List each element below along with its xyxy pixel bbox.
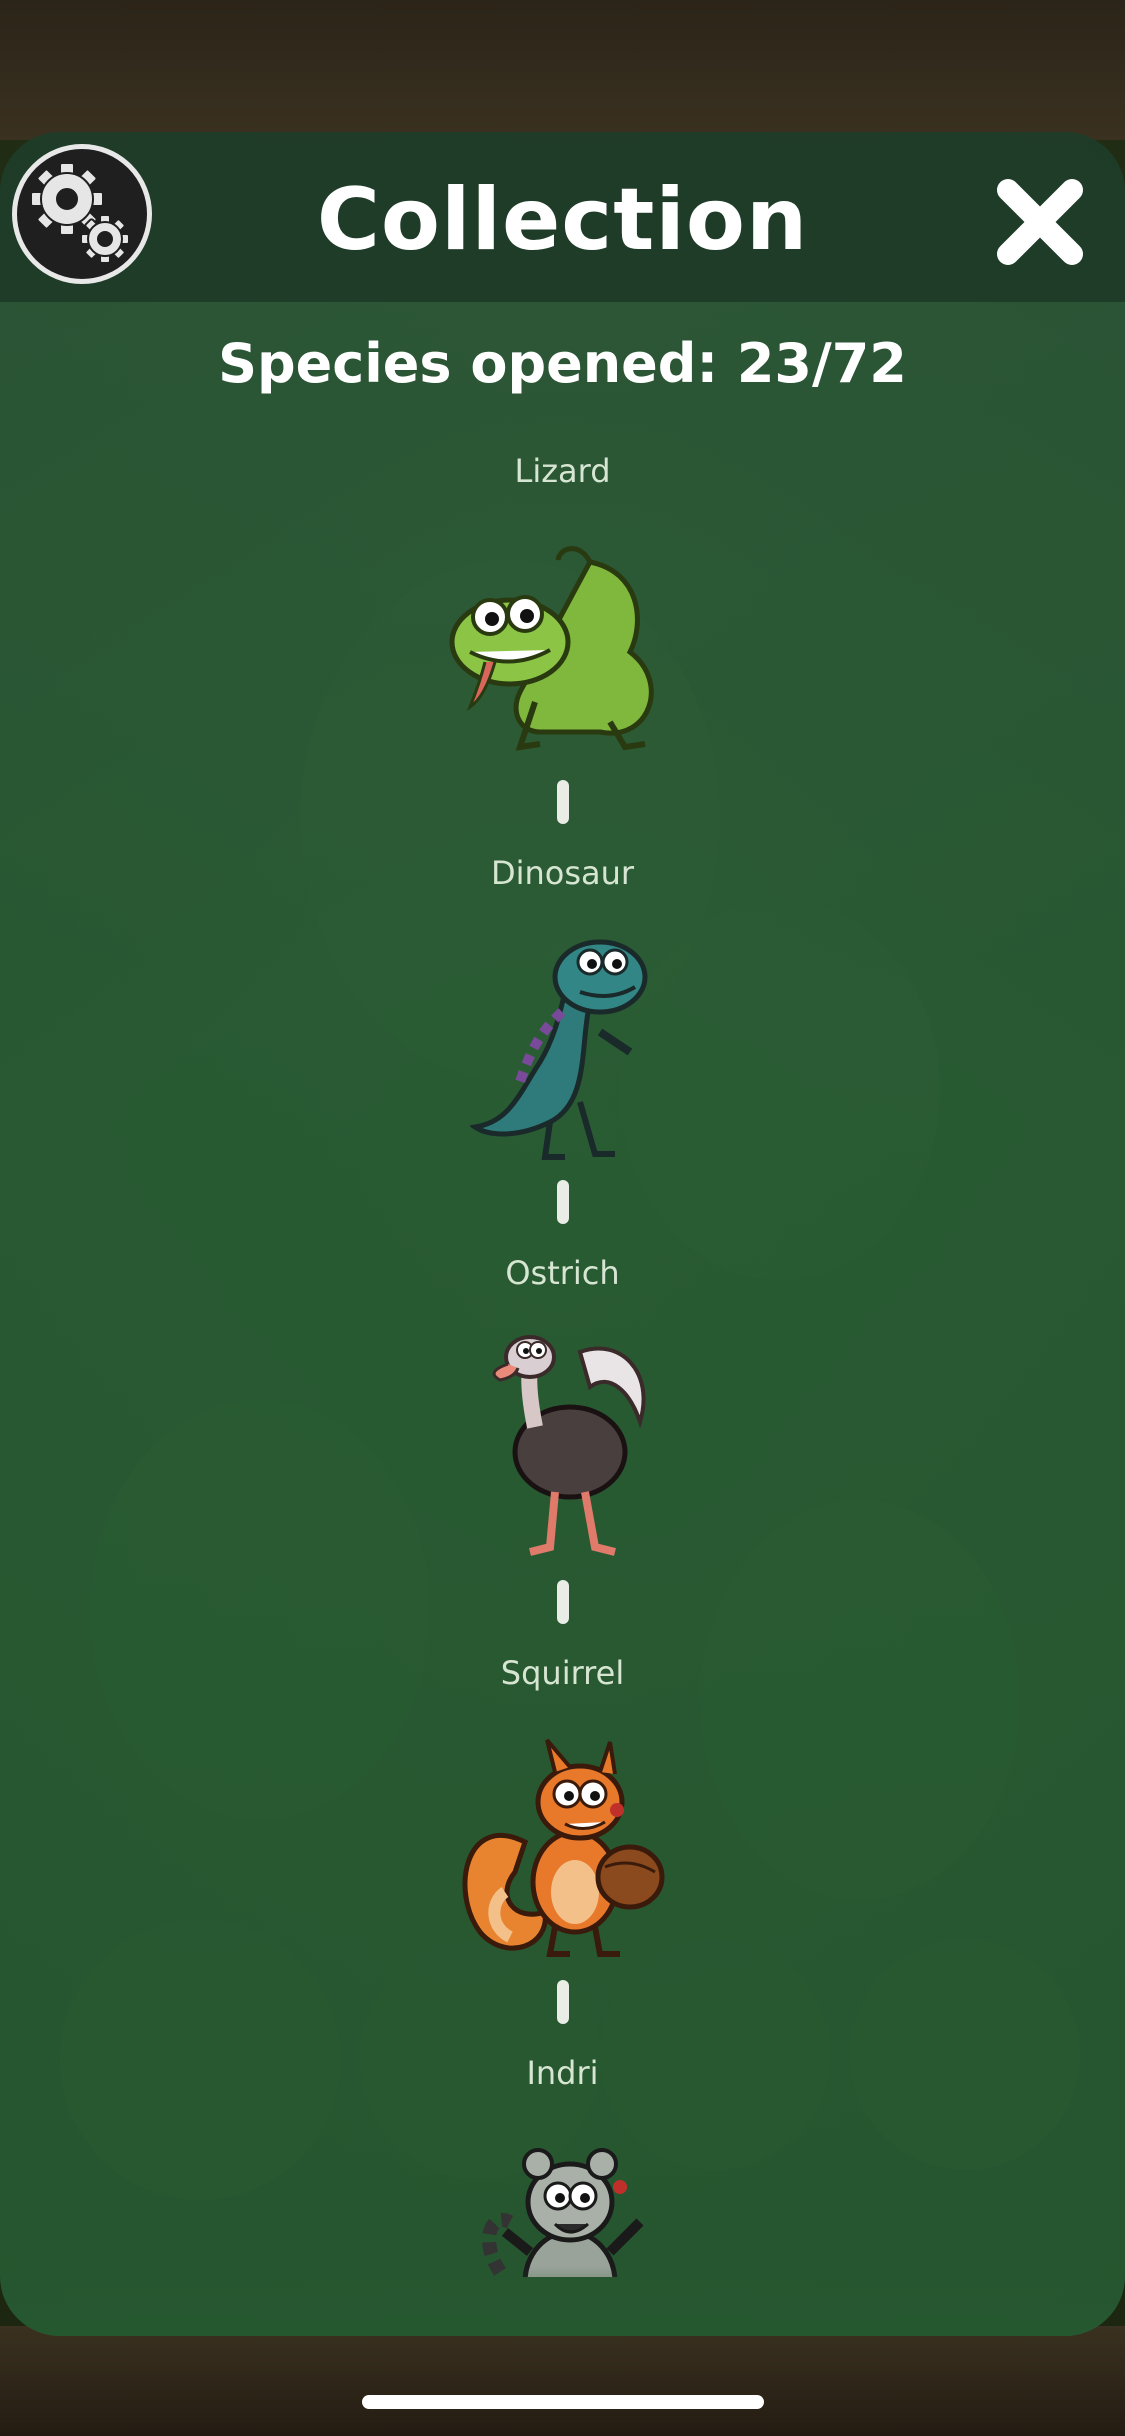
creature-name-dinosaur: Dinosaur (490, 854, 635, 892)
creature-name-indri: Indri (526, 2054, 599, 2092)
modal-title: Collection (316, 170, 809, 270)
creature-name-lizard: Lizard (514, 452, 611, 490)
creature-name-ostrich: Ostrich (505, 1254, 620, 1292)
collection-modal: Collection Species opened: 23/72 Lizard (0, 132, 1125, 2336)
home-indicator[interactable] (362, 2395, 764, 2409)
background-top-foliage (0, 0, 1125, 140)
collection-connector (557, 780, 569, 824)
species-opened-counter: Species opened: 23/72 (218, 332, 907, 395)
dinosaur-icon[interactable] (468, 932, 660, 1162)
creature-name-squirrel: Squirrel (500, 1654, 625, 1692)
lizard-icon[interactable] (440, 532, 680, 762)
collection-connector (557, 1580, 569, 1624)
close-button[interactable] (990, 172, 1090, 272)
collection-connector (557, 1180, 569, 1224)
collection-connector (557, 1980, 569, 2024)
ostrich-icon[interactable] (470, 1332, 660, 1562)
squirrel-icon[interactable] (455, 1732, 675, 1962)
indri-icon[interactable] (470, 2132, 660, 2277)
close-icon (997, 179, 1083, 265)
background-bottom-foliage (0, 2326, 1125, 2436)
scroll-fade (0, 2266, 1125, 2336)
